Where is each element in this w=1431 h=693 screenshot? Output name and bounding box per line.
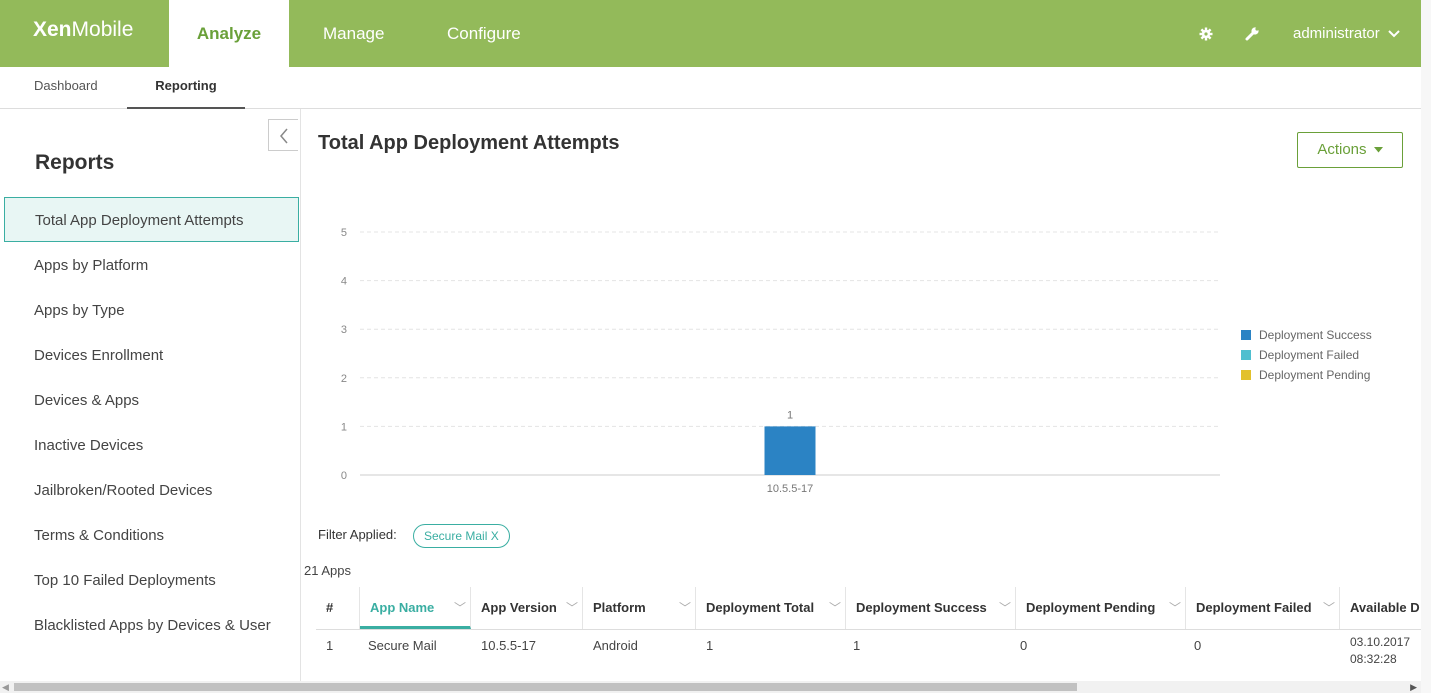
- table-cell-platform: Android: [593, 638, 638, 653]
- column-header-deployment-total[interactable]: Deployment Total ﹀: [696, 587, 846, 629]
- sidebar-item-blacklisted-apps[interactable]: Blacklisted Apps by Devices & User: [4, 603, 299, 648]
- legend-item-failed[interactable]: Deployment Failed: [1241, 345, 1372, 365]
- sidebar-item-terms-and-conditions[interactable]: Terms & Conditions: [4, 513, 299, 558]
- sidebar-item-total-app-deployment-attempts[interactable]: Total App Deployment Attempts: [4, 197, 299, 242]
- gear-icon[interactable]: [1199, 0, 1213, 67]
- reports-title: Reports: [35, 151, 115, 174]
- table-cell-index: 1: [326, 638, 334, 653]
- tab-analyze[interactable]: Analyze: [169, 0, 289, 67]
- vertical-scrollbar[interactable]: [1421, 0, 1431, 693]
- sidebar-item-devices-enrollment[interactable]: Devices Enrollment: [4, 333, 299, 378]
- scrollbar-thumb[interactable]: [14, 683, 1077, 691]
- filter-applied-label: Filter Applied:: [318, 527, 397, 542]
- column-header-available-date[interactable]: Available D: [1340, 587, 1421, 629]
- y-tick-label: 4: [341, 276, 347, 288]
- sidebar-item-apps-by-type[interactable]: Apps by Type: [4, 288, 299, 333]
- chart-legend: Deployment Success Deployment Failed Dep…: [1241, 325, 1372, 385]
- y-tick-label: 0: [341, 470, 347, 482]
- deployment-bar-chart: 0 1 2 3 4 5 1 10.5.5-17: [341, 227, 1220, 495]
- xenmobile-logo: XenMobile: [33, 18, 134, 41]
- time-text: 08:32:28: [1350, 652, 1397, 666]
- date-text: 03.10.2017: [1350, 635, 1411, 649]
- chevron-down-icon: [1388, 30, 1400, 38]
- sidebar-item-top-10-failed-deployments[interactable]: Top 10 Failed Deployments: [4, 558, 299, 603]
- table-cell-deployment-pending: 0: [1020, 638, 1028, 653]
- y-tick-label: 5: [341, 227, 347, 239]
- actions-dropdown-button[interactable]: Actions: [1297, 132, 1403, 168]
- sidebar-item-devices-and-apps[interactable]: Devices & Apps: [4, 378, 299, 423]
- data-label: 1: [787, 409, 793, 421]
- scroll-left-arrow-icon[interactable]: ◀: [2, 681, 9, 693]
- app-count: 21 Apps: [304, 563, 351, 578]
- user-menu[interactable]: administrator: [1293, 0, 1400, 67]
- tab-configure[interactable]: Configure: [447, 0, 521, 67]
- column-header-deployment-failed[interactable]: Deployment Failed ﹀: [1186, 587, 1340, 629]
- collapse-sidebar-button[interactable]: [268, 119, 298, 151]
- sidebar-item-apps-by-platform[interactable]: Apps by Platform: [4, 243, 299, 288]
- column-header-index: #: [316, 587, 360, 629]
- filter-chip-secure-mail[interactable]: Secure Mail X: [413, 524, 510, 548]
- tab-manage[interactable]: Manage: [323, 0, 384, 67]
- table-cell-app-name[interactable]: Secure Mail: [358, 630, 437, 681]
- subtab-reporting[interactable]: Reporting: [127, 67, 245, 109]
- x-tick-label: 10.5.5-17: [767, 483, 813, 495]
- horizontal-scrollbar[interactable]: ◀ ▶: [0, 681, 1421, 693]
- legend-swatch: [1241, 329, 1251, 340]
- column-header-deployment-pending[interactable]: Deployment Pending ﹀: [1016, 587, 1186, 629]
- column-header-platform[interactable]: Platform ﹀: [583, 587, 696, 629]
- table-cell-deployment-total: 1: [706, 638, 714, 653]
- caret-down-icon: [1373, 147, 1383, 153]
- reports-sidebar: Reports Total App Deployment Attempts Ap…: [0, 109, 301, 681]
- legend-swatch: [1241, 369, 1251, 380]
- page-title: Total App Deployment Attempts: [318, 132, 620, 154]
- table-cell-deployment-failed: 0: [1194, 638, 1202, 653]
- column-header-deployment-success[interactable]: Deployment Success ﹀: [846, 587, 1016, 629]
- y-tick-label: 3: [341, 324, 347, 336]
- legend-item-success[interactable]: Deployment Success: [1241, 325, 1372, 345]
- legend-swatch: [1241, 349, 1251, 360]
- sidebar-item-inactive-devices[interactable]: Inactive Devices: [4, 423, 299, 468]
- actions-label: Actions: [1317, 141, 1367, 158]
- wrench-icon[interactable]: [1244, 0, 1260, 67]
- column-header-app-name[interactable]: App Name ﹀: [360, 587, 471, 629]
- column-header-app-version[interactable]: App Version ﹀: [471, 587, 583, 629]
- bar: [764, 426, 816, 475]
- legend-item-pending[interactable]: Deployment Pending: [1241, 365, 1372, 385]
- table-cell-deployment-success: 1: [853, 638, 861, 653]
- username: administrator: [1293, 25, 1380, 42]
- table-cell-available-date: 03.10.2017 08:32:28: [1340, 630, 1410, 681]
- scroll-right-arrow-icon[interactable]: ▶: [1410, 681, 1417, 693]
- top-navigation-bar: XenMobile Analyze Manage Configure admin…: [0, 0, 1421, 67]
- sub-navigation: Dashboard Reporting: [0, 67, 1421, 109]
- sidebar-item-jailbroken-rooted-devices[interactable]: Jailbroken/Rooted Devices: [4, 468, 299, 513]
- chevron-left-icon: [279, 128, 288, 144]
- apps-table: # App Name ﹀ App Version ﹀ Platform ﹀ Deplo…: [316, 587, 1421, 681]
- y-tick-label: 1: [341, 421, 347, 433]
- table-cell-app-version: 10.5.5-17: [481, 638, 536, 653]
- y-tick-label: 2: [341, 373, 347, 385]
- subtab-dashboard[interactable]: Dashboard: [34, 67, 98, 109]
